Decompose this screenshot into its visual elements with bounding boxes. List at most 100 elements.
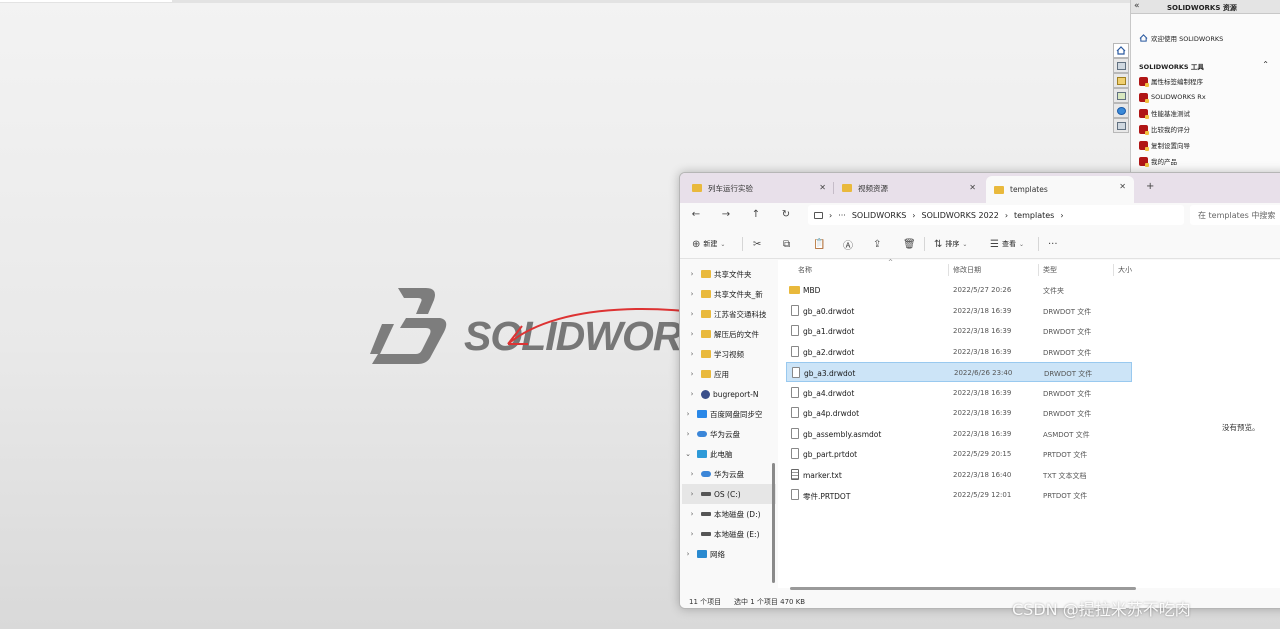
back-arrow-icon[interactable]: ←: [688, 207, 704, 223]
nav-item[interactable]: › 共享文件夹: [688, 264, 776, 284]
file-row-selected[interactable]: gb_a3.drwdot 2022/6/26 23:40 DRWDOT 文件: [786, 362, 1132, 382]
copy-button[interactable]: ⧉: [783, 237, 790, 251]
tool-item[interactable]: 性能基准测试: [1139, 105, 1206, 121]
file-row[interactable]: MBD 2022/5/27 20:26 文件夹: [786, 280, 1132, 300]
file-row[interactable]: gb_a4p.drwdot 2022/3/18 16:39 DRWDOT 文件: [786, 403, 1132, 423]
forward-arrow-icon[interactable]: →: [718, 207, 734, 223]
breadcrumb-solidworks[interactable]: SOLIDWORKS: [852, 211, 906, 220]
nav-item[interactable]: › 共享文件夹_新: [688, 284, 776, 304]
network-icon: [697, 550, 707, 558]
chevron-up-icon[interactable]: ⌃: [1262, 60, 1269, 69]
share-button[interactable]: ⇪: [873, 237, 881, 251]
file-type: DRWDOT 文件: [1043, 328, 1092, 336]
file-row[interactable]: gb_a1.drwdot 2022/3/18 16:39 DRWDOT 文件: [786, 321, 1132, 341]
file-row[interactable]: gb_part.prtdot 2022/5/29 20:15 PRTDOT 文件: [786, 444, 1132, 464]
nav-item[interactable]: › 解压后的文件: [688, 324, 776, 344]
file-icon: [791, 407, 799, 418]
tools-section-header[interactable]: SOLIDWORKS 工具 ⌃: [1139, 60, 1273, 71]
column-name[interactable]: 名称 ^: [798, 259, 893, 278]
nav-item[interactable]: › 本地磁盘 (D:): [688, 504, 776, 524]
file-row[interactable]: gb_a2.drwdot 2022/3/18 16:39 DRWDOT 文件: [786, 342, 1132, 362]
tool-item[interactable]: 复制设置向导: [1139, 137, 1206, 153]
welcome-link[interactable]: 欢迎使用 SOLIDWORKS: [1139, 33, 1223, 43]
file-name: 零件.PRTDOT: [803, 492, 851, 501]
nav-item[interactable]: › 华为云盘: [688, 464, 776, 484]
breadcrumb-templates[interactable]: templates: [1014, 211, 1054, 220]
tool-item[interactable]: 我的产品: [1139, 153, 1206, 169]
nav-item[interactable]: › bugreport-N: [688, 384, 776, 404]
rename-button[interactable]: Ⓐ: [843, 237, 853, 252]
tab-video-resources[interactable]: 视频资源 ✕: [834, 177, 984, 199]
view-button[interactable]: ☰ 查看 ⌄: [990, 237, 1024, 251]
file-list: 名称 ^ 修改日期 类型 大小 MBD 2022/5/27 20:26 文件夹 gb_…: [778, 259, 1280, 588]
nav-item[interactable]: › 江苏省交通科技: [688, 304, 776, 324]
custom-properties-tab-icon[interactable]: [1113, 118, 1129, 133]
design-library-tab-icon[interactable]: [1113, 58, 1129, 73]
column-type[interactable]: 类型: [1043, 262, 1057, 278]
nav-label: 江苏省交通科技: [714, 309, 767, 319]
file-row[interactable]: marker.txt 2022/3/18 16:40 TXT 文本文档: [786, 465, 1132, 485]
sort-button[interactable]: ⇅ 排序 ⌄: [934, 237, 967, 251]
collapse-pane-button[interactable]: «: [1134, 1, 1140, 11]
logo-wordmark: SOLIDWORKS: [464, 313, 688, 359]
close-icon[interactable]: ✕: [819, 183, 826, 192]
nav-item[interactable]: › 百度网盘同步空: [684, 404, 776, 424]
top-edge: [0, 0, 1280, 3]
tab-label: 列车运行实验: [708, 183, 753, 193]
task-pane-title: SOLIDWORKS 资源: [1167, 4, 1237, 12]
new-button[interactable]: ⊕ 新建 ⌄: [692, 237, 725, 251]
nav-label: 华为云盘: [714, 469, 744, 479]
refresh-icon[interactable]: ↻: [778, 207, 794, 223]
column-date[interactable]: 修改日期: [953, 262, 981, 278]
drive-icon: [701, 492, 711, 496]
nav-item[interactable]: ⌄ 此电脑: [684, 444, 776, 464]
new-tab-button[interactable]: +: [1146, 181, 1154, 192]
close-icon[interactable]: ✕: [969, 183, 976, 192]
breadcrumb[interactable]: › ··· SOLIDWORKS › SOLIDWORKS 2022 › tem…: [808, 205, 1184, 225]
tab-templates[interactable]: templates ✕: [986, 176, 1134, 203]
more-options-button[interactable]: ···: [1048, 237, 1058, 251]
file-name: marker.txt: [803, 471, 842, 480]
nav-label: 此电脑: [710, 449, 733, 459]
file-type: 文件夹: [1043, 287, 1064, 295]
column-size[interactable]: 大小: [1118, 262, 1132, 278]
cut-button[interactable]: ✂: [753, 237, 761, 251]
close-icon[interactable]: ✕: [1119, 182, 1126, 191]
home-tab-icon[interactable]: [1113, 43, 1129, 58]
up-arrow-icon[interactable]: ↑: [748, 207, 764, 223]
watermark: CSDN @提拉米苏不吃肉: [1012, 600, 1191, 619]
file-row[interactable]: 零件.PRTDOT 2022/5/29 12:01 PRTDOT 文件: [786, 485, 1132, 505]
cloud-icon: [697, 431, 707, 437]
file-name: gb_a4p.drwdot: [803, 409, 860, 418]
search-input[interactable]: 在 templates 中搜索: [1190, 205, 1280, 225]
file-date: 2022/3/18 16:39: [953, 409, 1012, 417]
tool-item[interactable]: 属性标签编制程序: [1139, 73, 1206, 89]
trash-icon: 🗑: [903, 238, 916, 250]
nav-item[interactable]: › 学习视频: [688, 344, 776, 364]
file-type: DRWDOT 文件: [1043, 390, 1092, 398]
item-count: 11 个项目: [689, 598, 722, 606]
file-row[interactable]: gb_a0.drwdot 2022/3/18 16:39 DRWDOT 文件: [786, 301, 1132, 321]
file-row[interactable]: gb_a4.drwdot 2022/3/18 16:39 DRWDOT 文件: [786, 383, 1132, 403]
nav-scrollbar[interactable]: [772, 463, 775, 583]
file-explorer-tab-icon[interactable]: [1113, 73, 1129, 88]
chevron-down-icon: ⌄: [720, 240, 726, 248]
file-icon: [791, 387, 799, 398]
horizontal-scrollbar[interactable]: [790, 587, 1136, 590]
nav-item[interactable]: › 本地磁盘 (E:): [688, 524, 776, 544]
nav-item[interactable]: › 网络: [684, 544, 776, 564]
nav-item-selected[interactable]: › OS (C:): [682, 484, 776, 504]
delete-button[interactable]: 🗑: [903, 237, 916, 251]
file-row[interactable]: gb_assembly.asmdot 2022/3/18 16:39 ASMDOT …: [786, 424, 1132, 444]
tool-item[interactable]: SOLIDWORKS Rx: [1139, 89, 1206, 105]
tab-train-experiment[interactable]: 列车运行实验 ✕: [684, 177, 834, 199]
appearances-tab-icon[interactable]: [1113, 103, 1129, 118]
view-palette-tab-icon[interactable]: [1113, 88, 1129, 103]
drive-icon: [701, 532, 711, 536]
nav-item[interactable]: › 应用: [688, 364, 776, 384]
tool-item[interactable]: 比较我的评分: [1139, 121, 1206, 137]
breadcrumb-more[interactable]: ···: [838, 211, 846, 220]
breadcrumb-solidworks-2022[interactable]: SOLIDWORKS 2022: [922, 211, 999, 220]
nav-item[interactable]: › 华为云盘: [684, 424, 776, 444]
paste-button[interactable]: 📋: [813, 237, 825, 251]
